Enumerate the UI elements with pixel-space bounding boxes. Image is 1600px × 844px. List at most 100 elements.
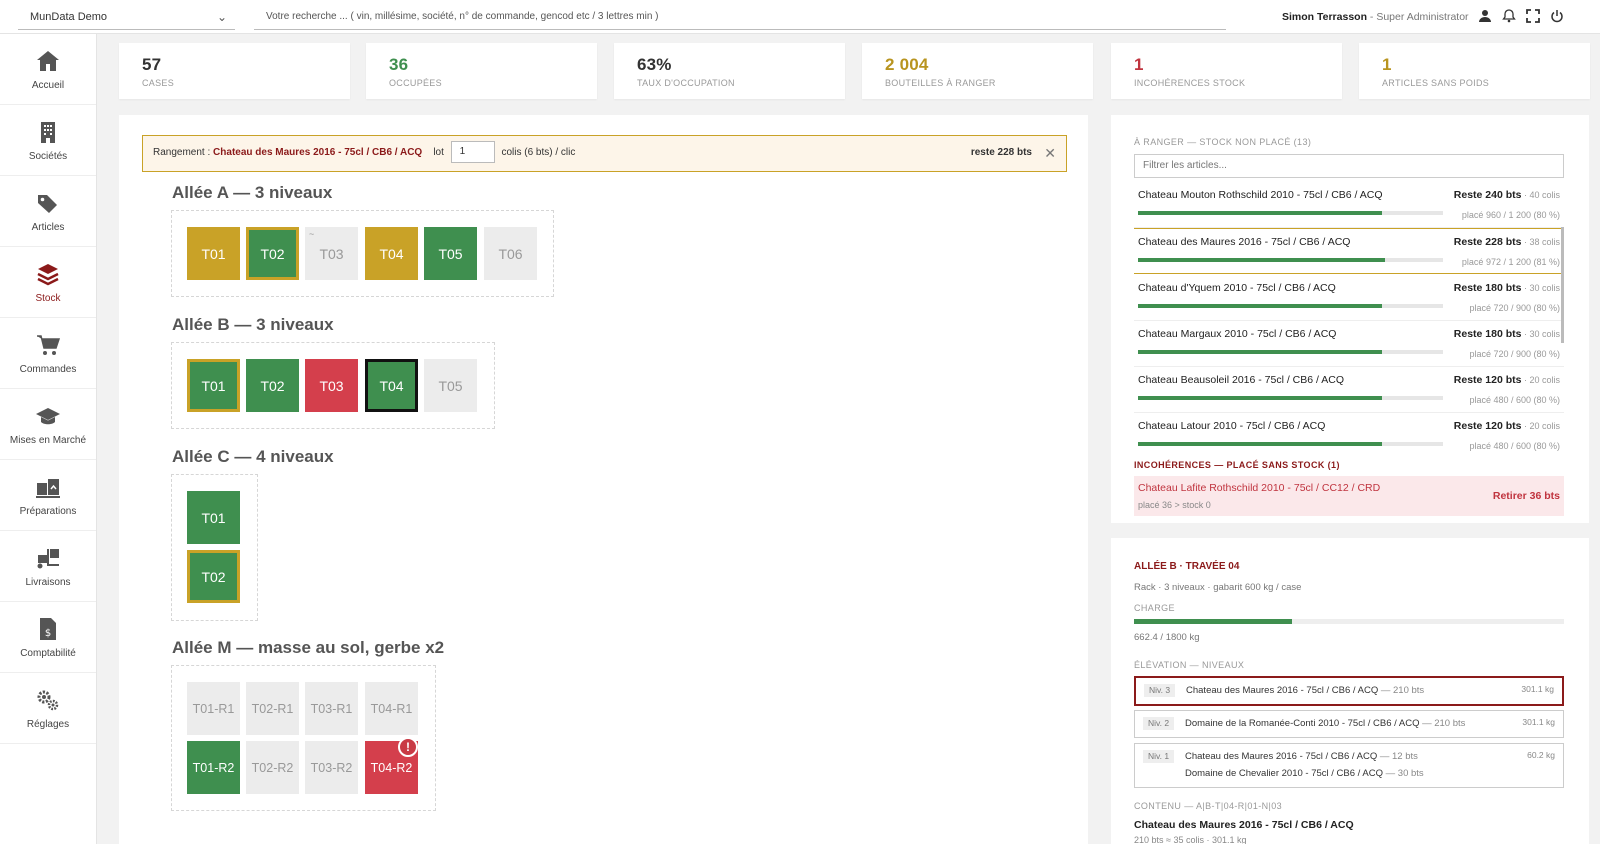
article-reste: Reste 240 bts · 40 colis [1453,189,1560,201]
article-reste: Reste 180 bts · 30 colis [1453,282,1560,294]
lot-input[interactable]: 1 [450,141,495,164]
level-row-3[interactable]: Niv. 3 Chateau des Maures 2016 - 75cl / … [1134,676,1564,706]
sidebar-item-preparations[interactable]: Préparations [0,460,96,531]
invoice-icon: $ [40,617,56,640]
article-place: placé 480 / 600 (80 %) [1469,441,1560,451]
rangement-label: Rangement : [153,147,214,158]
level-kg: 301.1 kg [1521,684,1554,694]
bay-m-t03-r2[interactable]: T03-R2 [305,741,358,794]
kpi-value: 57 [142,55,162,74]
kpi-label: ARTICLES SANS POIDS [1382,78,1490,88]
pallet-icon [36,478,60,498]
power-icon[interactable] [1550,9,1564,23]
sidebar-item-reglages[interactable]: Réglages [0,673,96,744]
bay-b-t01[interactable]: T01 [187,359,240,412]
bay-a-t05[interactable]: T05 [424,227,477,280]
rangement-banner: Rangement : Chateau des Maures 2016 - 75… [142,135,1067,172]
bay-b-t03[interactable]: T03 [305,359,358,412]
list-item[interactable]: Chateau Mouton Rothschild 2010 - 75cl / … [1134,182,1564,228]
kpi-value: 2 004 [885,55,929,74]
aisle-title-c: Allée C — 4 niveaux [172,447,334,466]
bay-m-t02-r1[interactable]: T02-R1 [246,682,299,735]
top-icons [1478,9,1564,23]
article-name: Chateau Beausoleil 2016 - 75cl / CB6 / A… [1138,374,1345,386]
incoherence-name: Chateau Lafite Rothschild 2010 - 75cl / … [1138,482,1381,494]
sidebar-item-commandes[interactable]: Commandes [0,318,96,389]
sidebar: Accueil Sociétés Articles Stock Commande… [0,34,97,844]
bay-m-t01-r1[interactable]: T01-R1 [187,682,240,735]
bay-b-t02[interactable]: T02 [246,359,299,412]
sidebar-item-comptabilite[interactable]: $ Comptabilité [0,602,96,673]
bay-b-t05[interactable]: T05 [424,359,477,412]
bay-a-t02[interactable]: T02 [246,227,299,280]
level-tag: Niv. 2 [1143,717,1175,730]
sidebar-item-label: Commandes [19,363,77,375]
cart-icon [37,334,61,355]
sidebar-item-label: Stock [35,292,61,304]
bay-c-t02[interactable]: T02 [187,550,240,603]
bay-b-t04[interactable]: T04 [365,359,418,412]
list-item[interactable]: Chateau Margaux 2010 - 75cl / CB6 / ACQ … [1134,321,1564,367]
tilde-mark: ~ [309,229,315,239]
search-input[interactable]: Votre recherche ... ( vin, millésime, so… [254,4,1226,30]
kpi-card-incoherences: 1 INCOHÉRENCES STOCK [1111,43,1342,99]
article-name: Chateau des Maures 2016 - 75cl / CB6 / A… [1138,236,1351,248]
list-item[interactable]: Chateau Latour 2010 - 75cl / CB6 / ACQ R… [1134,413,1564,459]
sidebar-item-label: Articles [31,221,65,233]
list-scrollbar[interactable] [1561,227,1564,343]
svg-text:$: $ [45,628,51,639]
sidebar-item-livraisons[interactable]: Livraisons [0,531,96,602]
level-row-2[interactable]: Niv. 2 Domaine de la Romanée-Conti 2010 … [1134,710,1564,738]
kpi-card-taux: 63% TAUX D'OCCUPATION [614,43,845,99]
chevron-down-icon: ⌄ [216,10,227,24]
list-item[interactable]: Chateau d'Yquem 2010 - 75cl / CB6 / ACQ … [1134,275,1564,321]
bay-m-t02-r2[interactable]: T02-R2 [246,741,299,794]
list-item[interactable]: Chateau Beausoleil 2016 - 75cl / CB6 / A… [1134,367,1564,413]
aisle-title-a: Allée A — 3 niveaux [172,183,333,202]
article-reste: Reste 120 bts · 20 colis [1453,374,1560,386]
bay-a-t01[interactable]: T01 [187,227,240,280]
fullscreen-icon[interactable] [1526,9,1540,23]
sidebar-item-accueil[interactable]: Accueil [0,34,96,105]
filter-input[interactable]: Filtrer les articles... [1134,154,1564,178]
article-place: placé 720 / 900 (80 %) [1469,303,1560,313]
rangement-reste: reste 228 bts [970,147,1032,158]
bell-icon[interactable] [1502,9,1516,23]
article-name: Chateau Margaux 2010 - 75cl / CB6 / ACQ [1138,328,1337,340]
bay-a-t04[interactable]: T04 [365,227,418,280]
article-reste: Reste 120 bts · 20 colis [1453,420,1560,432]
bay-m-t04-r1[interactable]: T04-R1 [365,682,418,735]
level-kg: 60.2 kg [1527,750,1555,760]
retirer-button[interactable]: Retirer 36 bts [1493,490,1560,502]
sidebar-item-stock[interactable]: Stock [0,247,96,318]
kpi-card-sans-poids: 1 ARTICLES SANS POIDS [1359,43,1590,99]
level-line: Chateau des Maures 2016 - 75cl / CB6 / A… [1185,751,1418,762]
article-place: placé 480 / 600 (80 %) [1469,395,1560,405]
user-icon[interactable] [1478,9,1492,23]
layers-icon [37,263,59,285]
company-name: MunData Demo [30,11,108,23]
sidebar-item-mises-en-marche[interactable]: Mises en Marché [0,389,96,460]
sidebar-item-societes[interactable]: Sociétés [0,105,96,176]
progress-bar [1138,258,1443,262]
bay-a-t03[interactable]: ~ T03 [305,227,358,280]
bay-a-t06[interactable]: T06 [484,227,537,280]
sidebar-item-articles[interactable]: Articles [0,176,96,247]
incoherence-item[interactable]: Chateau Lafite Rothschild 2010 - 75cl / … [1134,476,1564,516]
kpi-label: INCOHÉRENCES STOCK [1134,78,1246,88]
bay-m-t03-r1[interactable]: T03-R1 [305,682,358,735]
progress-bar [1138,211,1443,215]
kpi-label: TAUX D'OCCUPATION [637,78,735,88]
kpi-value: 63% [637,55,672,74]
level-line: Domaine de la Romanée-Conti 2010 - 75cl … [1185,718,1466,729]
list-item-selected[interactable]: Chateau des Maures 2016 - 75cl / CB6 / A… [1134,228,1564,274]
close-icon[interactable]: ✕ [1044,136,1056,170]
level-line: Domaine de Chevalier 2010 - 75cl / CB6 /… [1185,768,1424,779]
search-placeholder: Votre recherche ... ( vin, millésime, so… [266,11,659,22]
bay-c-t01[interactable]: T01 [187,491,240,544]
level-row-1[interactable]: Niv. 1 Chateau des Maures 2016 - 75cl / … [1134,743,1564,788]
company-select[interactable]: MunData Demo ⌄ [18,4,235,30]
bay-m-t01-r2[interactable]: T01-R2 [187,741,240,794]
progress-bar [1138,442,1443,446]
forklift-icon [37,548,59,568]
